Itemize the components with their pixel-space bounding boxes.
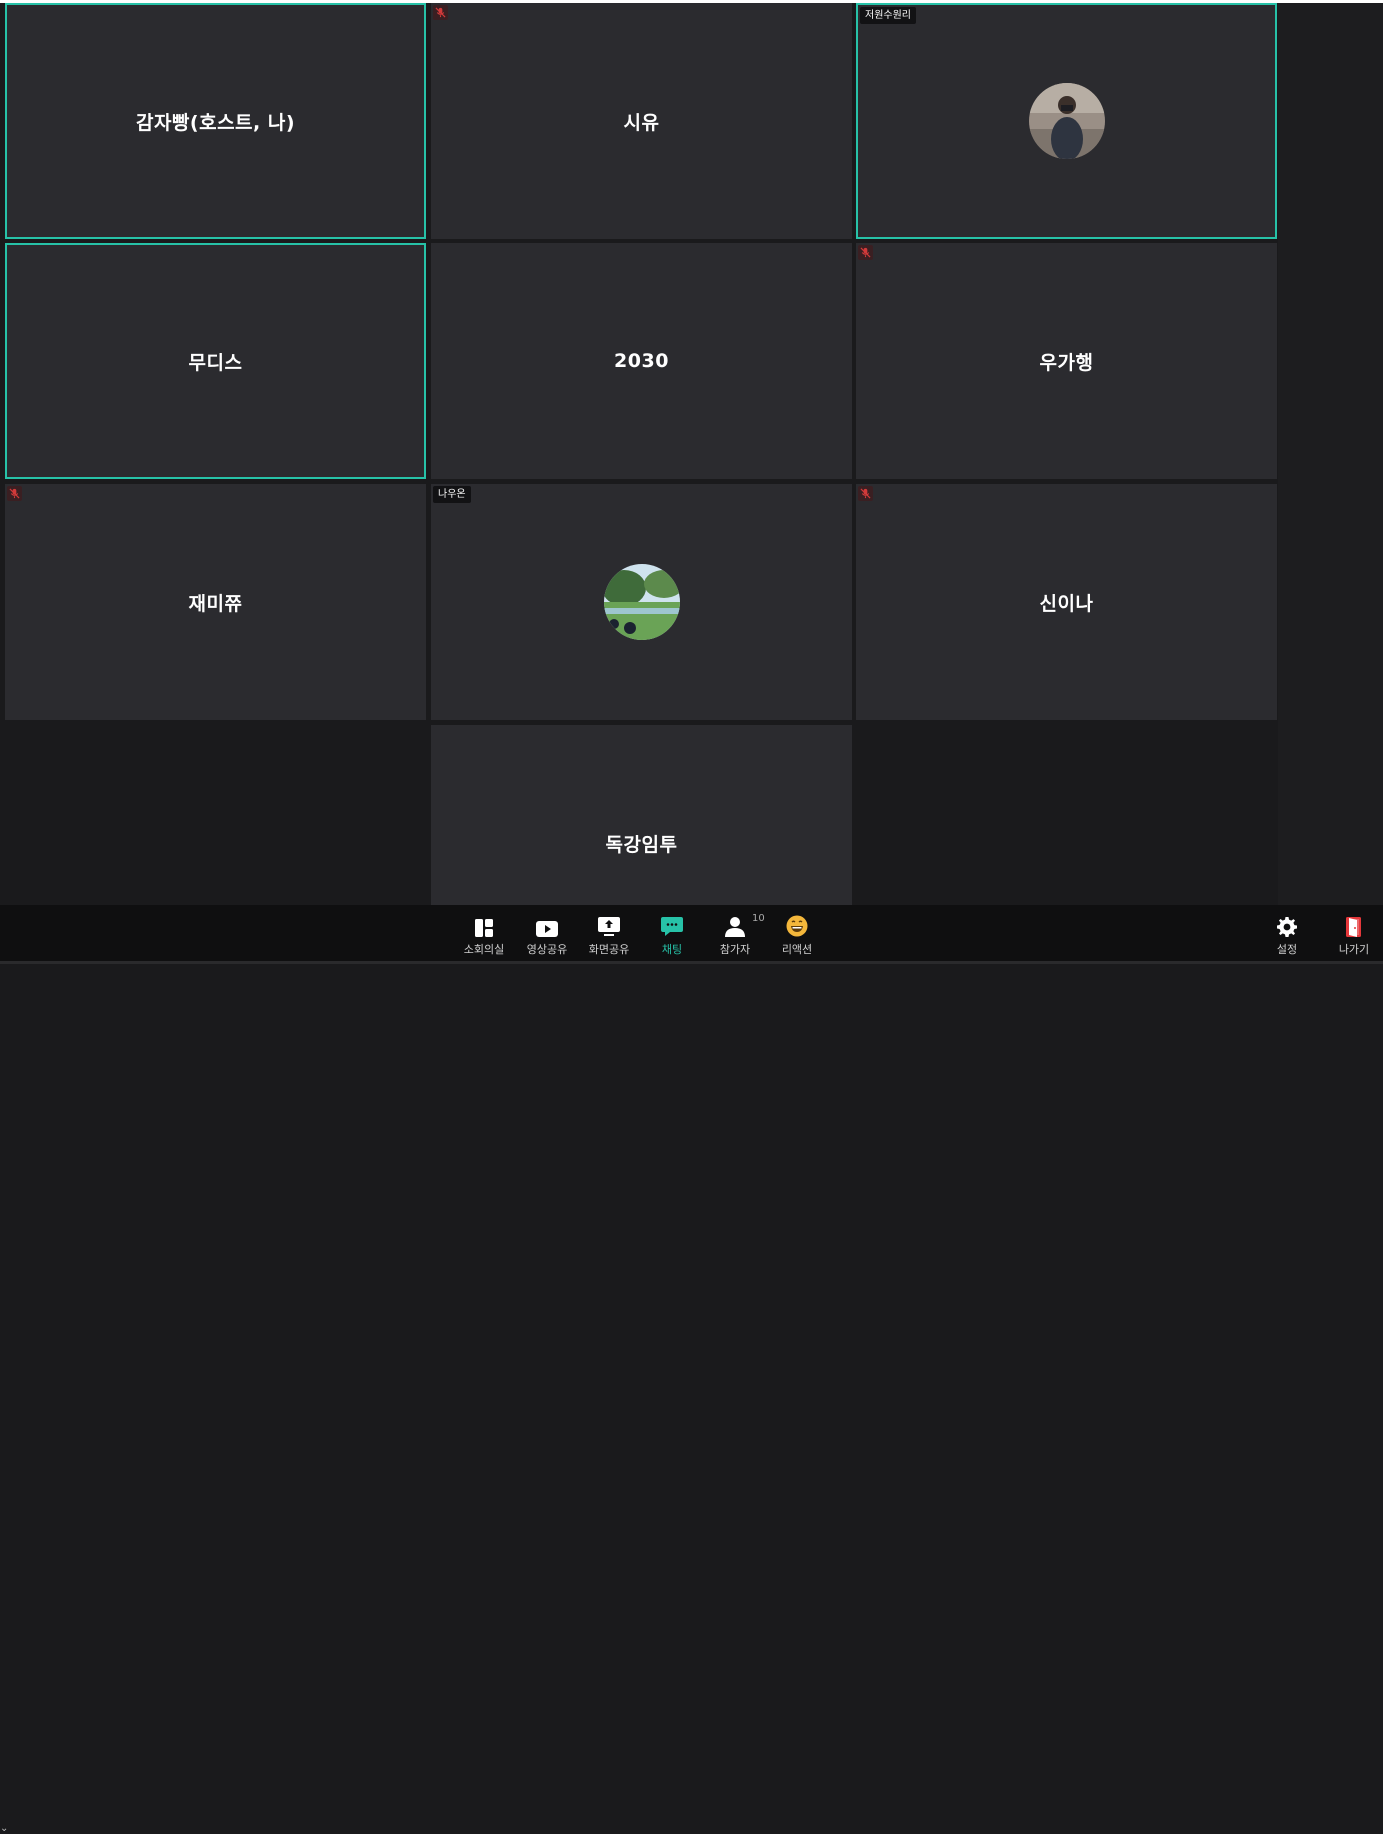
breakout-rooms-icon: [474, 911, 494, 937]
video-tile[interactable]: 감자빵(호스트, 나): [5, 3, 426, 239]
left-edge-fragment: ⌄: [0, 1823, 9, 1834]
video-tile[interactable]: 나우온: [431, 484, 852, 720]
participant-name: 신이나: [1039, 592, 1094, 615]
chat-label: 채팅: [661, 943, 683, 956]
exit-door-icon: [1345, 911, 1363, 937]
participant-name: 2030: [614, 350, 669, 372]
breakout-rooms-button[interactable]: 소회의실: [454, 911, 514, 961]
smiley-icon: [786, 911, 808, 937]
participant-name: 재미쮸: [188, 592, 243, 615]
participant-name: 무디스: [188, 351, 243, 374]
video-tile[interactable]: 무디스: [5, 243, 426, 479]
video-tile[interactable]: 신이나: [856, 484, 1277, 720]
participant-name-tag: 나우온: [433, 486, 471, 503]
screen-share-label: 화면공유: [588, 943, 630, 956]
avatar: [1028, 83, 1105, 159]
video-tile[interactable]: 저원수원리: [856, 3, 1277, 239]
video-tile[interactable]: 2030: [431, 243, 852, 479]
avatar: [603, 564, 680, 640]
reactions-button[interactable]: 리액션: [767, 911, 827, 961]
right-side-area: [1278, 3, 1383, 905]
participant-name: 감자빵(호스트, 나): [135, 111, 296, 134]
screen-share-icon: [598, 911, 620, 937]
video-share-button[interactable]: 영상공유: [517, 911, 577, 961]
muted-mic-icon: [858, 245, 873, 260]
screen-share-button[interactable]: 화면공유: [579, 911, 639, 961]
chat-icon: [661, 911, 683, 937]
participants-label: 참가자: [719, 943, 751, 956]
video-share-label: 영상공유: [526, 943, 568, 956]
participant-name: 독강임투: [605, 833, 678, 856]
participant-name: 우가행: [1039, 351, 1094, 374]
video-tile[interactable]: 시유: [431, 3, 852, 239]
settings-label: 설정: [1276, 943, 1298, 956]
play-icon: [536, 911, 558, 937]
muted-mic-icon: [7, 486, 22, 501]
reactions-label: 리액션: [781, 943, 813, 956]
leave-button[interactable]: 나가기: [1324, 911, 1383, 961]
participants-button[interactable]: 10 참가자: [705, 911, 765, 961]
settings-button[interactable]: 설정: [1257, 911, 1317, 961]
participants-count: 10: [752, 913, 765, 924]
leave-label: 나가기: [1338, 943, 1370, 956]
chat-button[interactable]: 채팅: [642, 911, 702, 961]
video-tile[interactable]: 재미쮸: [5, 484, 426, 720]
person-icon: 10: [724, 911, 765, 937]
meeting-toolbar: ⌄ 소회의실 영상공유 화면공유 채팅 10 참가자 리액션 설정 나가기: [0, 905, 1383, 1834]
breakout-rooms-label: 소회의실: [463, 943, 505, 956]
video-tile[interactable]: 우가행: [856, 243, 1277, 479]
participant-name: 시유: [623, 111, 660, 134]
participant-name-tag: 저원수원리: [860, 7, 916, 24]
gear-icon: [1277, 911, 1297, 937]
muted-mic-icon: [433, 5, 448, 20]
muted-mic-icon: [858, 486, 873, 501]
